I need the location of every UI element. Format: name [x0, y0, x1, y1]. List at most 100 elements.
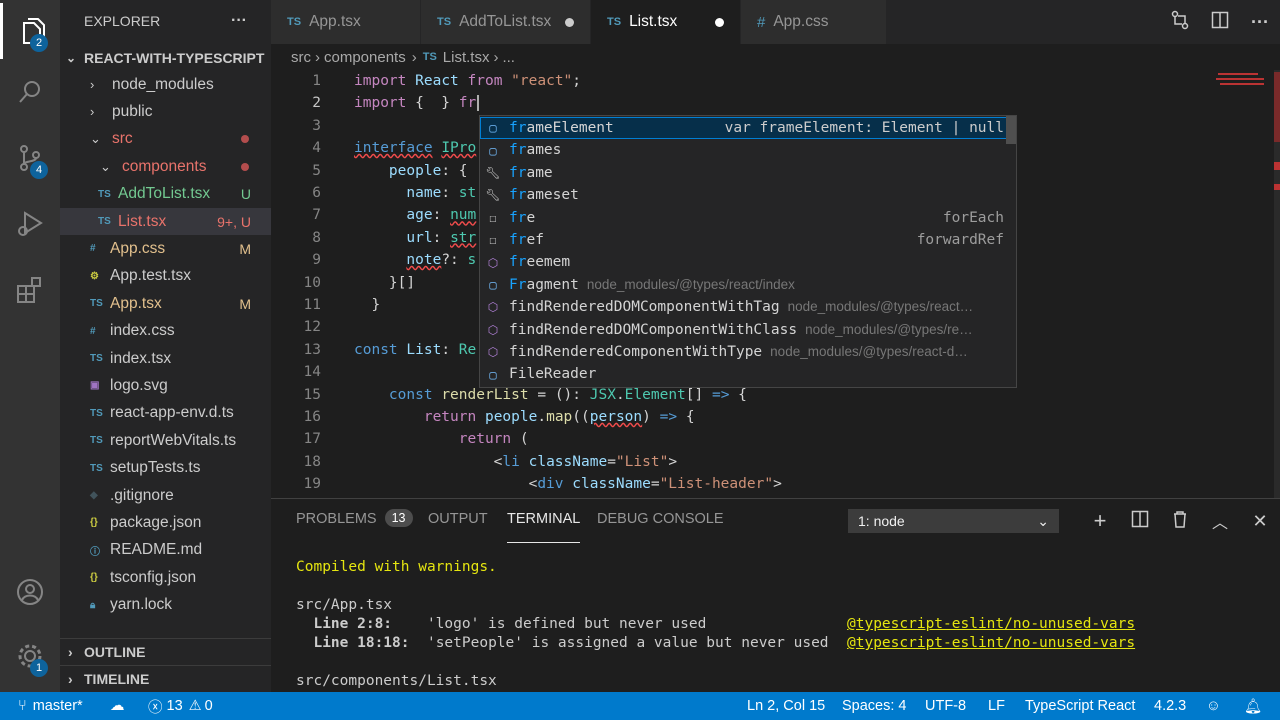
- sync-icon[interactable]: ☁: [110, 692, 125, 720]
- chevron-down-icon: ⌄: [66, 50, 77, 65]
- suggestion-label: findRenderedDOMComponentWithClass node_mo…: [509, 319, 973, 341]
- explorer-icon[interactable]: 2: [0, 3, 60, 59]
- unsaved-dot[interactable]: [715, 17, 724, 27]
- suggestion-scrollbar[interactable]: [1006, 116, 1016, 144]
- explorer-more-button[interactable]: ···: [231, 12, 247, 30]
- tree-item-label: components: [122, 157, 207, 175]
- tree-item[interactable]: {} tsconfig.json: [60, 564, 271, 591]
- tab-problems[interactable]: PROBLEMS 13: [296, 509, 413, 543]
- notifications-bell-icon[interactable]: 🔔︎: [1244, 692, 1262, 720]
- tree-item[interactable]: ▣ logo.svg: [60, 372, 271, 399]
- tree-item[interactable]: 🔒︎ yarn.lock: [60, 592, 271, 619]
- run-debug-icon[interactable]: [0, 196, 60, 252]
- tree-item[interactable]: TS index.tsx: [60, 345, 271, 372]
- maximize-panel-icon[interactable]: ︿: [1200, 509, 1240, 533]
- suggestion-path: node_modules/@types/re…: [805, 321, 973, 337]
- indentation[interactable]: Spaces: 4: [842, 692, 907, 720]
- language-mode[interactable]: TypeScript React: [1025, 692, 1135, 720]
- suggestion-item[interactable]: ▢ Fragment node_modules/@types/react/index: [480, 274, 1016, 296]
- new-terminal-icon[interactable]: +: [1080, 508, 1120, 534]
- tab-debug-console[interactable]: DEBUG CONSOLE: [597, 511, 724, 543]
- tab-addtolist-tsx[interactable]: TS AddToList.tsx: [421, 0, 591, 44]
- suggestion-match: fr: [509, 254, 527, 271]
- branch-icon: ⑂: [18, 698, 27, 714]
- file-type-icon: {}: [90, 517, 98, 529]
- suggestion-rest: ame: [526, 164, 553, 181]
- tree-item[interactable]: TS List.tsx 9+, U: [60, 208, 271, 235]
- terminal-rule-2[interactable]: @typescript-eslint/no-unused-vars: [847, 634, 1135, 653]
- tree-item[interactable]: TS reportWebVitals.ts: [60, 427, 271, 454]
- tree-item[interactable]: ⚙ App.test.tsx: [60, 263, 271, 290]
- module-icon: ⬡: [487, 300, 499, 315]
- tab-terminal[interactable]: TERMINAL: [507, 511, 581, 543]
- trash-icon[interactable]: [1160, 510, 1200, 533]
- suggestion-item[interactable]: ▢ frameElement var frameElement: Element |…: [480, 117, 1016, 140]
- compare-changes-icon[interactable]: [1160, 10, 1200, 35]
- problems-indicator[interactable]: ⓧ 13 ⚠ 0: [148, 692, 213, 720]
- suggestion-path: node_modules/@types/react…: [787, 299, 974, 315]
- tree-item[interactable]: ⓘ README.md: [60, 537, 271, 564]
- settings-gear-icon[interactable]: 1: [0, 628, 60, 684]
- source-control-icon[interactable]: 4: [0, 130, 60, 186]
- tree-item[interactable]: › node_modules: [60, 71, 271, 98]
- split-editor-icon[interactable]: [1200, 11, 1240, 34]
- tree-item[interactable]: ⌄ src: [60, 126, 271, 153]
- breadcrumb-symbols[interactable]: ...: [502, 49, 515, 66]
- tree-item[interactable]: ⌄ components: [60, 153, 271, 180]
- ts-version[interactable]: 4.2.3: [1154, 692, 1186, 720]
- extensions-icon[interactable]: [0, 262, 60, 318]
- suggestion-rest: ameset: [526, 187, 579, 204]
- tab-output[interactable]: OUTPUT: [428, 511, 488, 543]
- tree-item[interactable]: TS App.tsx M: [60, 290, 271, 317]
- tree-item[interactable]: ◆ .gitignore: [60, 482, 271, 509]
- suggestion-item[interactable]: ⬡ findRenderedComponentWithType node_modul…: [480, 341, 1016, 363]
- tree-item-label: App.css: [110, 239, 166, 257]
- search-icon[interactable]: [0, 64, 60, 120]
- breadcrumb-components[interactable]: components: [324, 49, 406, 66]
- outline-section[interactable]: › OUTLINE: [60, 638, 271, 665]
- tree-item[interactable]: TS react-app-env.d.ts: [60, 400, 271, 427]
- unsaved-dot[interactable]: [565, 17, 574, 27]
- tree-item[interactable]: {} package.json: [60, 509, 271, 536]
- tab-app-tsx[interactable]: TS App.tsx: [271, 0, 421, 44]
- terminal-rule-1[interactable]: @typescript-eslint/no-unused-vars: [847, 615, 1135, 634]
- encoding[interactable]: UTF-8: [925, 692, 966, 720]
- file-type-icon: {}: [90, 572, 98, 584]
- feedback-icon[interactable]: ☺: [1206, 692, 1221, 720]
- workspace-root[interactable]: ⌄ REACT-WITH-TYPESCRIPT: [60, 44, 271, 71]
- minimap[interactable]: [1208, 70, 1280, 498]
- file-type-icon: ⚙: [90, 270, 99, 282]
- suggestion-item[interactable]: ⬡ findRenderedDOMComponentWithTag node_mod…: [480, 296, 1016, 318]
- more-actions-icon[interactable]: ···: [1240, 12, 1280, 33]
- terminal-select[interactable]: 1: node ⌄: [848, 509, 1059, 533]
- suggestion-item[interactable]: ⬡ findRenderedDOMComponentWithClass node_m…: [480, 319, 1016, 341]
- timeline-section[interactable]: › TIMELINE: [60, 665, 271, 692]
- suggestion-item[interactable]: ▢ FileReader: [480, 363, 1016, 385]
- tab-app-css[interactable]: # App.css: [741, 0, 887, 44]
- variable-icon: ▢: [489, 367, 497, 382]
- tree-item[interactable]: # index.css: [60, 318, 271, 345]
- suggestion-item[interactable]: ⬡ freemem: [480, 251, 1016, 273]
- suggestion-path: node_modules/@types/react/index: [586, 276, 795, 292]
- tree-item[interactable]: TS setupTests.ts: [60, 455, 271, 482]
- breadcrumb-src[interactable]: src: [291, 49, 311, 66]
- suggestion-item[interactable]: 🔧︎ frameset: [480, 184, 1016, 206]
- end-of-line[interactable]: LF: [988, 692, 1005, 720]
- tree-item[interactable]: # App.css M: [60, 235, 271, 262]
- suggestion-item[interactable]: 🔧︎ frame: [480, 162, 1016, 184]
- module-icon: ⬡: [487, 255, 499, 270]
- tree-item[interactable]: TS AddToList.tsx U: [60, 181, 271, 208]
- close-panel-icon[interactable]: ✕: [1240, 511, 1280, 532]
- tree-item-label: react-app-env.d.ts: [110, 404, 234, 422]
- code-line-2: import { } fr: [271, 92, 1280, 114]
- suggestion-item[interactable]: ▢ frames: [480, 139, 1016, 161]
- branch-indicator[interactable]: ⑂ master*: [18, 692, 83, 720]
- tab-list-tsx[interactable]: TS List.tsx: [591, 0, 741, 44]
- breadcrumb-file[interactable]: List.tsx: [443, 49, 490, 66]
- split-terminal-icon[interactable]: [1120, 510, 1160, 533]
- tree-item[interactable]: › public: [60, 98, 271, 125]
- cursor-position[interactable]: Ln 2, Col 15: [747, 692, 825, 720]
- suggestion-item[interactable]: ☐ fre forEach: [480, 207, 1016, 229]
- suggestion-item[interactable]: ☐ fref forwardRef: [480, 229, 1016, 251]
- account-icon[interactable]: [0, 564, 60, 620]
